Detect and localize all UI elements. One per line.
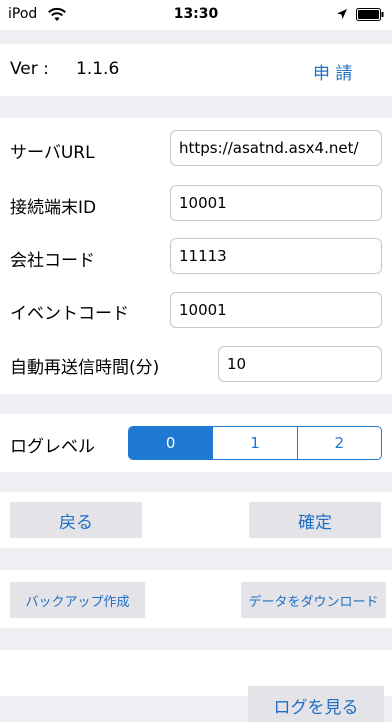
event-code-field[interactable]: 10001	[170, 292, 382, 328]
resend-interval-label: 自動再送信時間(分)	[10, 358, 160, 378]
settings-section: サーバURL https://asatnd.asx4.net/ 接続端末ID 1…	[0, 118, 392, 394]
view-log-button[interactable]: ログを見る	[248, 686, 384, 722]
terminal-id-field[interactable]: 10001	[170, 185, 382, 221]
location-arrow-icon	[337, 9, 347, 19]
event-code-label: イベントコード	[10, 304, 129, 324]
apply-button[interactable]: 申 請	[313, 59, 352, 84]
status-bar: iPod 13:30	[0, 0, 392, 30]
server-url-label: サーバURL	[10, 143, 95, 163]
log-level-label: ログレベル	[10, 437, 95, 457]
server-url-field[interactable]: https://asatnd.asx4.net/	[170, 130, 382, 166]
log-level-option-0[interactable]: 0	[129, 427, 213, 459]
status-time: 13:30	[173, 6, 219, 22]
battery-icon	[356, 8, 384, 21]
company-code-label: 会社コード	[10, 251, 95, 271]
resend-interval-field[interactable]: 10	[218, 346, 382, 382]
confirm-button[interactable]: 確定	[249, 502, 381, 538]
back-button[interactable]: 戻る	[10, 502, 142, 538]
log-level-segmented-control[interactable]: 0 1 2	[128, 426, 382, 460]
log-level-option-2[interactable]: 2	[296, 427, 381, 459]
version-section: Ver : 1.1.6 申 請	[0, 44, 392, 96]
version-label: Ver :	[10, 59, 49, 79]
version-value: 1.1.6	[76, 59, 120, 79]
download-data-button[interactable]: データをダウンロード	[241, 582, 386, 618]
backup-button[interactable]: バックアップ作成	[10, 582, 145, 618]
company-code-field[interactable]: 11113	[170, 238, 382, 274]
log-level-option-1[interactable]: 1	[212, 427, 296, 459]
terminal-id-label: 接続端末ID	[10, 198, 97, 218]
